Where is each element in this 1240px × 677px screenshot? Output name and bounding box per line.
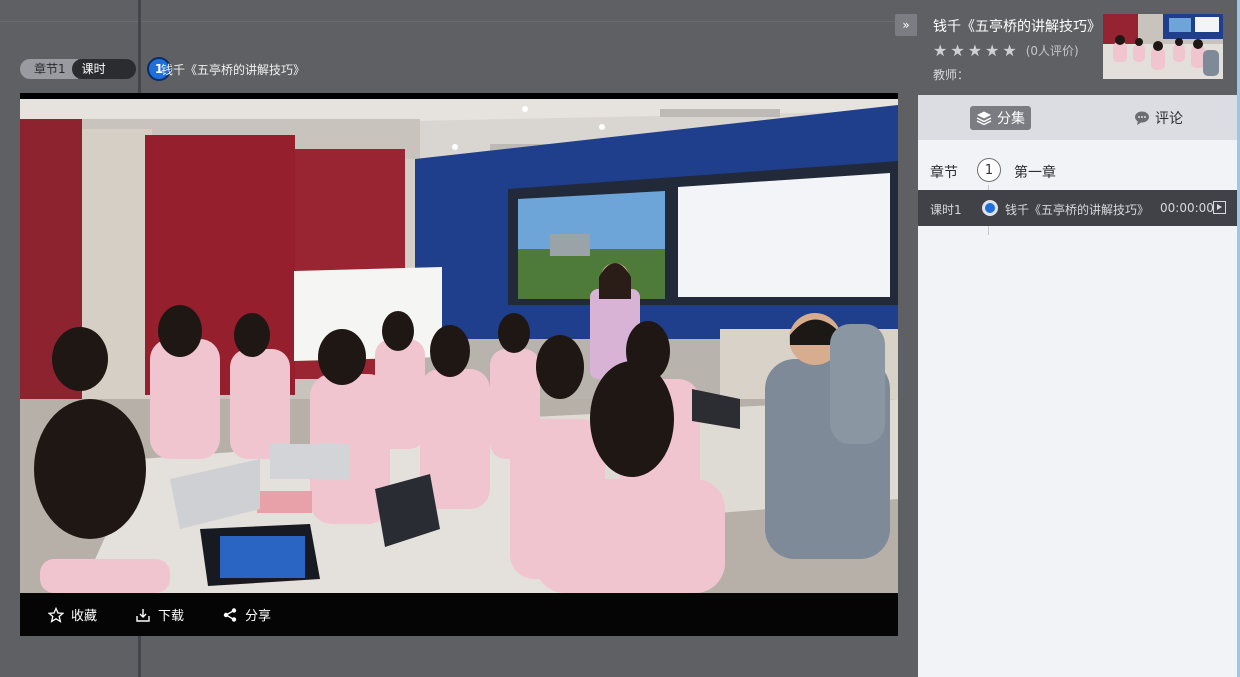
share-icon (223, 607, 237, 622)
course-info-header: 钱千《五亭桥的讲解技巧》 ★ ★ ★ ★ ★ (0人评价) 教师： (918, 0, 1240, 95)
lesson-label: 课时1 (930, 203, 962, 217)
favorite-label: 收藏 (71, 609, 98, 624)
lesson-title: 钱千《五亭桥的讲解技巧》 (1005, 203, 1150, 217)
star-icon[interactable]: ★ (933, 42, 947, 59)
star-outline-icon (48, 606, 64, 623)
favorite-button[interactable]: 收藏 (48, 605, 97, 624)
sidebar-tabs: 分集 评论 (918, 95, 1240, 140)
chapter-label: 章节 (930, 165, 958, 181)
rating-count: (0人评价) (1025, 44, 1079, 58)
download-label: 下载 (158, 609, 185, 624)
breadcrumb-lesson[interactable]: 课时 (71, 59, 136, 79)
video-player[interactable]: 收藏 下载 分享 (20, 93, 898, 636)
tab-comments-label: 评论 (1155, 111, 1183, 127)
play-icon[interactable] (1213, 201, 1226, 214)
star-icon[interactable]: ★ (968, 42, 982, 59)
video-frame[interactable] (20, 99, 898, 593)
teacher-label: 教师： (933, 68, 970, 82)
chapter-name: 第一章 (1014, 165, 1056, 181)
breadcrumb-title: 钱千《五亭桥的讲解技巧》 (161, 63, 306, 77)
course-thumbnail (1103, 14, 1223, 79)
share-label: 分享 (245, 609, 272, 624)
download-icon (136, 608, 150, 622)
rating-stars: ★ ★ ★ ★ ★ (0人评价) (933, 42, 1079, 59)
player-action-bar: 收藏 下载 分享 (20, 593, 898, 636)
layers-icon (976, 111, 992, 126)
breadcrumb-chapter[interactable]: 章节1 (20, 59, 78, 79)
tab-comments[interactable]: 评论 (1134, 106, 1183, 130)
lesson-item[interactable]: 课时1 钱千《五亭桥的讲解技巧》 00:00:00 (918, 190, 1238, 226)
star-icon[interactable]: ★ (985, 42, 999, 59)
classroom-video-image (20, 99, 898, 593)
course-sidebar: 钱千《五亭桥的讲解技巧》 ★ ★ ★ ★ ★ (0人评价) 教师： 分集 评论 … (918, 0, 1240, 677)
lesson-duration: 00:00:00 (1160, 201, 1214, 215)
download-button[interactable]: 下载 (135, 605, 184, 624)
chapter-header[interactable]: 章节 1 第一章 (918, 157, 1240, 185)
comment-icon (1135, 111, 1149, 125)
star-icon[interactable]: ★ (1002, 42, 1016, 59)
classroom-thumbnail-image (1103, 14, 1223, 79)
star-icon[interactable]: ★ (950, 42, 964, 59)
collapse-sidebar-button[interactable]: » (895, 14, 917, 36)
share-button[interactable]: 分享 (222, 605, 271, 624)
chapter-number: 1 (977, 158, 1001, 182)
course-title: 钱千《五亭桥的讲解技巧》 (933, 19, 1101, 35)
tab-episodes[interactable]: 分集 (970, 106, 1031, 130)
tab-episodes-label: 分集 (997, 111, 1025, 127)
current-lesson-indicator-icon (982, 200, 998, 216)
breadcrumb: 章节1 课时 1 钱千《五亭桥的讲解技巧》 (20, 57, 305, 81)
